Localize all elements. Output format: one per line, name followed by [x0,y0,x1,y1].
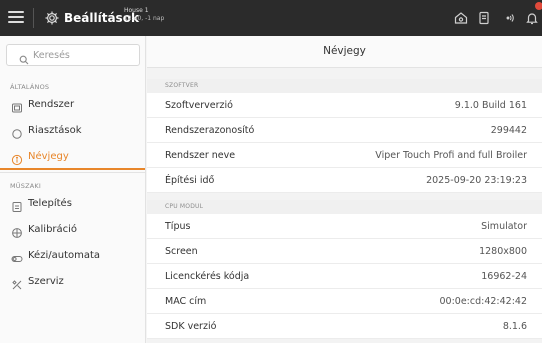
row-value: Simulator [481,221,527,232]
row-key: Licenckérés kódja [165,271,250,282]
house-info[interactable]: House 1 12:40, -1 nap [124,7,164,23]
sidebar-item-label: Kézi/automata [28,250,101,261]
sidebar-item-label: Riasztások [28,125,82,136]
bell-icon[interactable] [524,10,540,26]
calibration-icon [11,224,23,238]
tools-icon [11,276,23,290]
sidebar-item-manual-auto[interactable]: Kézi/automata [0,243,145,269]
house-name: House 1 [124,7,149,14]
search-input[interactable] [33,47,133,64]
info-row-build-time: Építési idő 2025-09-20 23:19:23 [147,168,542,193]
search-box[interactable] [6,44,140,66]
main-title: Névjegy [323,45,366,57]
info-row-software-version: Szoftververzió 9.1.0 Build 161 [147,93,542,118]
row-key: MAC cím [165,296,207,307]
menu-icon[interactable] [8,11,24,25]
sidebar-item-installation[interactable]: Telepítés [0,191,145,217]
search-icon [19,50,29,65]
main-panel: Névjegy SZOFTVER Szoftververzió 9.1.0 Bu… [147,36,542,343]
group-header-cpu-module: CPU MODUL [147,200,542,214]
section-label-general: ÁLTALÁNOS [10,83,50,91]
info-row-system-id: Rendszerazonosító 299442 [147,118,542,143]
info-icon [11,151,23,166]
tablet-icon[interactable] [476,10,492,26]
row-key: Rendszerazonosító [165,125,255,136]
row-value: 2025-09-20 23:19:23 [426,175,527,186]
signal-icon[interactable] [500,10,516,26]
row-key: Típus [165,221,191,232]
row-value: 8.1.6 [502,321,527,332]
gear-icon [44,10,60,26]
info-row-system-name: Rendszer neve Viper Touch Profi and full… [147,143,542,168]
topbar-divider [33,8,34,28]
info-row-sdk-version: SDK verzió 8.1.6 [147,314,542,339]
toggle-icon [11,250,23,262]
sidebar-item-alarms[interactable]: Riasztások [0,118,145,144]
section-divider [0,172,145,173]
notification-badge [535,2,542,10]
group-label: SZOFTVER [165,82,199,89]
info-row-mac-address: MAC cím 00:0e:cd:42:42:42 [147,289,542,314]
info-row-license-code: Licenckérés kódja 16962-24 [147,264,542,289]
row-key: Rendszer neve [165,150,236,161]
sidebar-item-service[interactable]: Szerviz [0,269,145,295]
row-value: Viper Touch Profi and full Broiler [375,150,527,161]
home-icon[interactable] [453,10,469,26]
sidebar-item-label: Kalibráció [28,224,78,235]
install-icon [11,198,23,212]
sidebar-item-label: Rendszer [28,99,75,110]
top-bar: Beállítások House 1 12:40, -1 nap [0,0,542,36]
house-status: 12:40, -1 nap [124,15,165,22]
sidebar-item-label: Szerviz [28,276,64,287]
sidebar-item-label: Névjegy [28,151,69,162]
row-value: 16962-24 [481,271,527,282]
group-header-software: SZOFTVER [147,79,542,93]
sidebar-item-about[interactable]: Névjegy [0,144,145,170]
sidebar-item-calibration[interactable]: Kalibráció [0,217,145,243]
group-label: CPU MODUL [165,203,204,210]
info-row-type: Típus Simulator [147,214,542,239]
row-key: Screen [165,246,198,257]
sidebar-item-label: Telepítés [28,198,72,209]
sidebar: ÁLTALÁNOS Rendszer Riasztások Névjegy MŰ… [0,36,146,343]
row-key: SDK verzió [165,321,217,332]
row-value: 299442 [490,125,527,136]
alarm-icon [11,125,23,139]
system-icon [11,99,23,113]
row-key: Építési idő [165,175,215,186]
row-value: 1280x800 [479,246,527,257]
row-key: Szoftververzió [165,100,233,111]
row-value: 00:0e:cd:42:42:42 [439,296,528,307]
section-label-technical: MŰSZAKI [10,182,41,190]
row-value: 9.1.0 Build 161 [454,100,527,111]
sidebar-item-system[interactable]: Rendszer [0,92,145,118]
info-row-screen: Screen 1280x800 [147,239,542,264]
main-header: Névjegy [147,36,542,68]
